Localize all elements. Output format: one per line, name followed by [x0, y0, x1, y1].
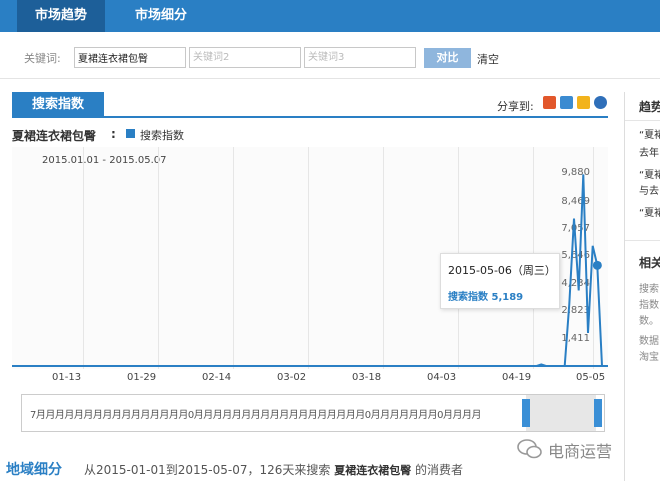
chart-tooltip: 2015-05-06（周三） 搜索指数 5,189: [440, 253, 560, 309]
top-nav: 市场趋势 市场细分: [0, 0, 660, 32]
sidebar-text: 数据: [639, 336, 659, 347]
sidebar-text: “夏裙: [639, 170, 660, 181]
navigator-left-handle[interactable]: [522, 399, 530, 427]
tooltip-date: 2015-05-06（周三）: [448, 264, 556, 277]
compare-button[interactable]: 对比: [424, 48, 471, 68]
legend-label[interactable]: 搜索指数: [140, 127, 184, 143]
panel-underline: [12, 116, 608, 118]
sidebar-title-trend: 趋势: [639, 100, 660, 114]
share-icon-4[interactable]: [594, 96, 607, 109]
tab-search-index[interactable]: 搜索指数: [12, 92, 104, 117]
desc-suffix: 的消费者: [415, 463, 464, 477]
x-tick-label: 04-03: [427, 372, 457, 383]
share-label: 分享到:: [497, 100, 534, 113]
legend-swatch: [126, 129, 135, 138]
keyword-row: 关键词: 对比 清空: [12, 42, 660, 72]
region-description: 从2015-01-01到2015-05-07，126天来搜索 夏裙连衣裙包臀 的…: [84, 461, 463, 478]
sidebar-text: 数。: [639, 316, 659, 327]
right-sidebar: 趋势 “夏裙 去年 “夏裙 与去 “夏裙 相关 搜索 指数 数。 数据 淘宝: [624, 92, 660, 481]
navigator-selection[interactable]: [526, 395, 596, 431]
keyword-input-3[interactable]: [304, 47, 416, 68]
sidebar-text: 去年: [639, 148, 659, 159]
x-tick-label: 04-19: [502, 372, 532, 383]
sidebar-text: 指数: [639, 300, 659, 311]
clear-button[interactable]: 清空: [477, 51, 499, 67]
sidebar-text: 搜索: [639, 284, 659, 295]
share-icon-2[interactable]: [560, 96, 573, 109]
highlight-point[interactable]: [592, 260, 602, 270]
region-title: 地域细分: [6, 462, 62, 478]
keyword-input-2[interactable]: [189, 47, 301, 68]
page-root: 市场趋势 市场细分 关键词: 对比 清空 搜索指数 分享到: 夏裙连衣裙包臀 :…: [0, 0, 660, 481]
tooltip-number: 5,189: [491, 292, 524, 303]
wechat-icon: [517, 439, 542, 459]
share-icon-3[interactable]: [577, 96, 590, 109]
x-tick-label: 05-05: [576, 372, 606, 383]
x-tick-label: 02-14: [202, 372, 232, 383]
tab-market-trend[interactable]: 市场趋势: [17, 0, 105, 32]
keyword-input-1[interactable]: [74, 47, 186, 68]
keyword-label: 关键词:: [24, 52, 61, 65]
sidebar-text: “夏裙: [639, 208, 660, 219]
share-icon-1[interactable]: [543, 96, 556, 109]
sidebar-text: 与去: [639, 186, 659, 197]
navigator-month-strip: 7月月月月月月月月月月月月月月月月0月月月月月月月月月月月月月月月月月月0月月月…: [30, 410, 481, 421]
x-tick-label: 01-13: [52, 372, 82, 383]
sidebar-text: 淘宝: [639, 352, 659, 363]
divider: [0, 78, 660, 79]
tooltip-label: 搜索指数: [448, 292, 488, 303]
desc-keyword: 夏裙连衣裙包臀: [334, 464, 412, 477]
divider: [625, 240, 660, 241]
watermark-text: 电商运营: [548, 442, 613, 461]
x-tick-label: 03-02: [277, 372, 307, 383]
range-navigator[interactable]: 7月月月月月月月月月月月月月月月月0月月月月月月月月月月月月月月月月月月0月月月…: [21, 394, 605, 432]
chart-title-colon: :: [111, 127, 116, 141]
x-tick-label: 03-18: [352, 372, 382, 383]
tooltip-value: 搜索指数 5,189: [448, 288, 523, 303]
sidebar-text: “夏裙: [639, 130, 660, 141]
desc-prefix: 从2015-01-01到2015-05-07，126天来搜索: [84, 463, 331, 477]
x-tick-label: 01-29: [127, 372, 157, 383]
navigator-right-handle[interactable]: [594, 399, 602, 427]
tab-market-segment[interactable]: 市场细分: [117, 0, 205, 32]
divider: [625, 120, 660, 121]
sidebar-title-related: 相关: [639, 256, 660, 270]
chart-title: 夏裙连衣裙包臀: [12, 129, 97, 143]
